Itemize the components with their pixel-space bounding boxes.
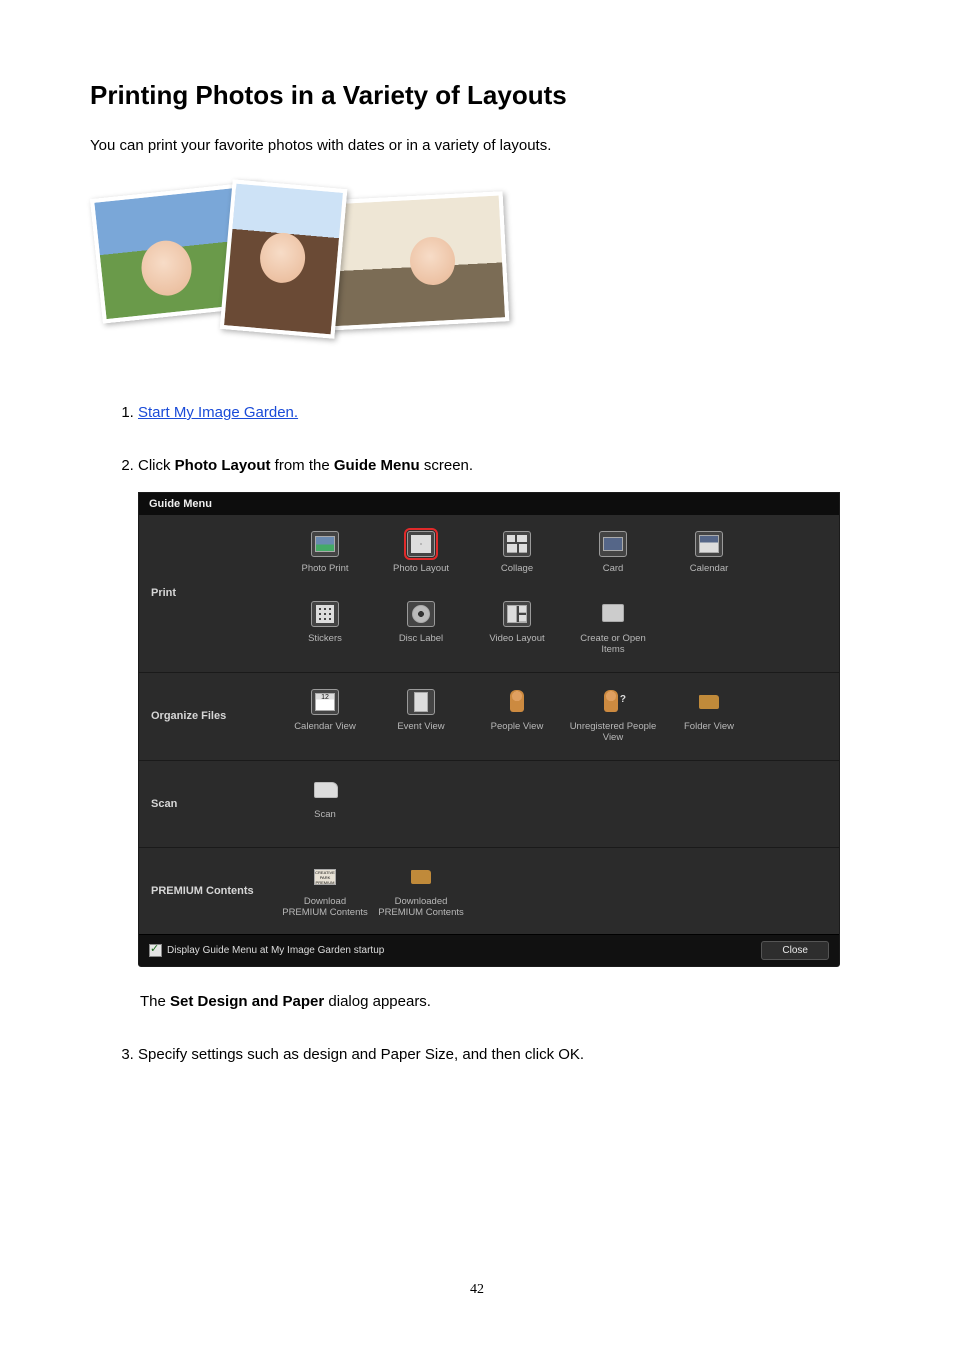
step-2-bold-2: Guide Menu: [334, 457, 420, 474]
intro-text: You can print your favorite photos with …: [90, 137, 864, 154]
downloaded-premium-label: Downloaded PREMIUM Contents: [377, 896, 465, 919]
step-1: Start My Image Garden.: [138, 404, 864, 421]
stickers-button[interactable]: Stickers: [277, 593, 373, 664]
downloaded-premium-button[interactable]: Downloaded PREMIUM Contents: [373, 856, 469, 927]
category-scan: Scan: [139, 761, 273, 847]
category-organize: Organize Files: [139, 673, 273, 760]
photo-print-icon: [311, 531, 339, 557]
start-app-link[interactable]: Start My Image Garden.: [138, 404, 298, 421]
calendar-view-label: Calendar View: [281, 721, 369, 743]
scan-button[interactable]: Scan: [277, 769, 373, 839]
calendar-view-icon: [311, 689, 339, 715]
step-2-note: The Set Design and Paper dialog appears.: [140, 993, 864, 1010]
calendar-icon: [695, 531, 723, 557]
hero-photo-3: [318, 191, 510, 331]
stickers-icon: [311, 601, 339, 627]
guide-menu-body: Print Photo Print Photo Layout: [139, 515, 839, 934]
video-layout-label: Video Layout: [473, 633, 561, 655]
unregistered-people-icon: [600, 690, 626, 714]
disc-label-label: Disc Label: [377, 633, 465, 655]
download-premium-label: Download PREMIUM Contents: [281, 896, 369, 919]
step-2-bold-1: Photo Layout: [175, 457, 271, 474]
event-view-icon: [407, 689, 435, 715]
event-view-label: Event View: [377, 721, 465, 743]
unregistered-people-label: Unregistered People View: [569, 721, 657, 744]
startup-checkbox-label: Display Guide Menu at My Image Garden st…: [167, 945, 384, 956]
guide-menu-row-premium: PREMIUM Contents Download PREMIUM Conten…: [139, 847, 839, 935]
download-premium-icon: [312, 865, 338, 889]
calendar-label: Calendar: [665, 563, 753, 585]
calendar-view-button[interactable]: Calendar View: [277, 681, 373, 752]
hero-image: [96, 184, 496, 344]
page: Printing Photos in a Variety of Layouts …: [0, 0, 954, 1350]
page-number: 42: [0, 1282, 954, 1298]
close-button[interactable]: Close: [761, 941, 829, 960]
video-layout-icon: [503, 601, 531, 627]
guide-menu-screenshot: Guide Menu Print Photo Print Photo Layou…: [138, 492, 840, 967]
folder-view-label: Folder View: [665, 721, 753, 743]
downloaded-premium-icon: [408, 865, 434, 889]
create-open-icon: [600, 602, 626, 626]
disc-label-button[interactable]: Disc Label: [373, 593, 469, 664]
people-view-label: People View: [473, 721, 561, 743]
step-2: Click Photo Layout from the Guide Menu s…: [138, 457, 864, 1010]
guide-menu-row-scan: Scan Scan: [139, 760, 839, 847]
card-label: Card: [569, 563, 657, 585]
create-open-label: Create or Open Items: [569, 633, 657, 656]
scan-label: Scan: [281, 809, 369, 831]
category-premium: PREMIUM Contents: [139, 848, 273, 935]
print-items: Photo Print Photo Layout Collage: [273, 515, 839, 672]
startup-checkbox[interactable]: Display Guide Menu at My Image Garden st…: [149, 944, 384, 957]
stickers-label: Stickers: [281, 633, 369, 655]
steps-list: Start My Image Garden. Click Photo Layou…: [90, 404, 864, 1063]
guide-menu-footer: Display Guide Menu at My Image Garden st…: [139, 934, 839, 966]
unregistered-people-button[interactable]: Unregistered People View: [565, 681, 661, 752]
step-2-note-prefix: The: [140, 993, 170, 1010]
disc-label-icon: [407, 601, 435, 627]
step-3: Specify settings such as design and Pape…: [138, 1046, 864, 1063]
people-view-button[interactable]: People View: [469, 681, 565, 752]
folder-view-icon: [696, 690, 722, 714]
premium-items: Download PREMIUM Contents Downloaded PRE…: [273, 848, 839, 935]
folder-view-button[interactable]: Folder View: [661, 681, 757, 752]
guide-menu-row-organize: Organize Files Calendar View Event View: [139, 672, 839, 760]
step-2-mid: from the: [271, 457, 334, 474]
download-premium-button[interactable]: Download PREMIUM Contents: [277, 856, 373, 927]
step-2-suffix: screen.: [420, 457, 473, 474]
guide-menu-title: Guide Menu: [139, 493, 839, 515]
hero-photo-2: [220, 179, 348, 338]
photo-print-button[interactable]: Photo Print: [277, 523, 373, 593]
step-2-note-bold: Set Design and Paper: [170, 993, 324, 1010]
photo-layout-icon: [407, 531, 435, 557]
page-title: Printing Photos in a Variety of Layouts: [90, 80, 864, 111]
scan-items: Scan: [273, 761, 839, 847]
photo-print-label: Photo Print: [281, 563, 369, 585]
category-print: Print: [139, 515, 273, 672]
checkbox-icon: [149, 944, 162, 957]
organize-items: Calendar View Event View People View: [273, 673, 839, 760]
calendar-button[interactable]: Calendar: [661, 523, 757, 593]
guide-menu-row-print: Print Photo Print Photo Layout: [139, 515, 839, 672]
collage-button[interactable]: Collage: [469, 523, 565, 593]
photo-layout-label: Photo Layout: [377, 563, 465, 585]
step-3-text: Specify settings such as design and Pape…: [138, 1046, 584, 1063]
collage-icon: [503, 531, 531, 557]
video-layout-button[interactable]: Video Layout: [469, 593, 565, 664]
step-2-prefix: Click: [138, 457, 175, 474]
collage-label: Collage: [473, 563, 561, 585]
scan-icon: [312, 778, 338, 802]
create-open-button[interactable]: Create or Open Items: [565, 593, 661, 664]
people-view-icon: [504, 690, 530, 714]
card-button[interactable]: Card: [565, 523, 661, 593]
step-2-note-suffix: dialog appears.: [324, 993, 431, 1010]
photo-layout-button[interactable]: Photo Layout: [373, 523, 469, 593]
card-icon: [599, 531, 627, 557]
event-view-button[interactable]: Event View: [373, 681, 469, 752]
